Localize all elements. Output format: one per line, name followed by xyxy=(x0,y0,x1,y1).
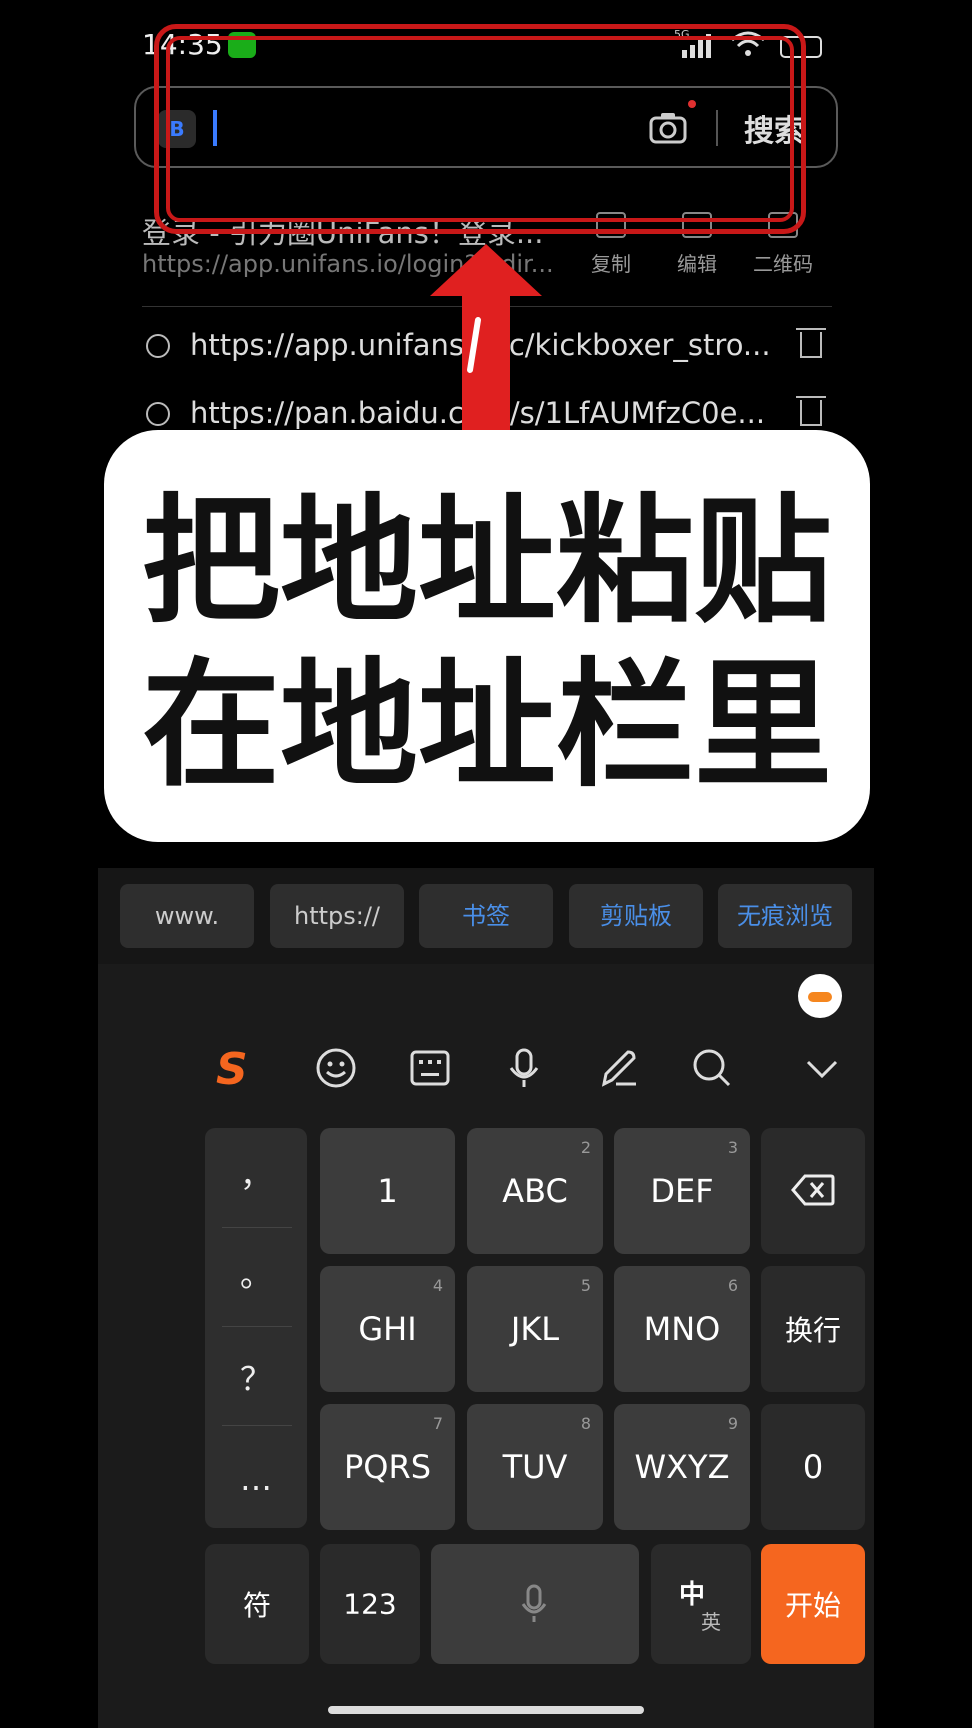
key-label: 123 xyxy=(343,1587,397,1621)
key-1[interactable]: 1 xyxy=(320,1128,455,1254)
key-def[interactable]: 3 DEF xyxy=(614,1128,750,1254)
backspace-key[interactable] xyxy=(761,1128,865,1254)
sogou-logo[interactable]: S xyxy=(216,1044,248,1095)
punct-ellipsis[interactable]: … xyxy=(205,1460,307,1498)
key-label: DEF xyxy=(650,1172,714,1210)
highlight-box-inner xyxy=(166,36,794,222)
lang-sub-label: 英 xyxy=(701,1610,721,1634)
key-pqrs[interactable]: 7 PQRS xyxy=(320,1404,455,1530)
key-number: 3 xyxy=(727,1138,738,1157)
copy-label: 复制 xyxy=(591,252,631,276)
callout-text: 把地址粘贴 在地址栏里 xyxy=(104,480,870,808)
trash-icon[interactable] xyxy=(796,328,826,358)
key-number: 7 xyxy=(432,1414,443,1433)
go-key[interactable]: 开始 xyxy=(761,1544,865,1664)
key-mno[interactable]: 6 MNO xyxy=(614,1266,750,1392)
microphone-icon[interactable] xyxy=(502,1046,546,1090)
key-label: 换行 xyxy=(784,1314,841,1347)
symbol-key[interactable]: 符 xyxy=(205,1544,309,1664)
key-label: MNO xyxy=(643,1310,721,1348)
search-icon[interactable] xyxy=(690,1046,734,1090)
callout-line-2: 在地址栏里 xyxy=(141,645,832,806)
callout-line-1: 把地址粘贴 xyxy=(141,481,832,642)
chevron-down-icon[interactable] xyxy=(800,1046,844,1090)
key-number: 4 xyxy=(432,1276,443,1295)
punct-comma[interactable]: ， xyxy=(205,1150,307,1196)
key-number: 8 xyxy=(580,1414,591,1433)
key-abc[interactable]: 2 ABC xyxy=(467,1128,603,1254)
key-label: TUV xyxy=(502,1448,568,1486)
divider xyxy=(222,1326,292,1327)
backspace-icon xyxy=(791,1174,835,1206)
key-number: 9 xyxy=(727,1414,738,1433)
arrow-up-icon xyxy=(430,244,542,440)
key-label: 符 xyxy=(242,1589,271,1622)
microphone-icon xyxy=(521,1584,547,1622)
divider xyxy=(222,1227,292,1228)
key-wxyz[interactable]: 9 WXYZ xyxy=(614,1404,750,1530)
key-label: GHI xyxy=(358,1310,417,1348)
key-ghi[interactable]: 4 GHI xyxy=(320,1266,455,1392)
key-label: PQRS xyxy=(343,1448,432,1486)
key-number: 6 xyxy=(727,1276,738,1295)
divider xyxy=(222,1425,292,1426)
key-label: ABC xyxy=(502,1172,568,1210)
key-label: JKL xyxy=(510,1310,560,1348)
key-label: 0 xyxy=(802,1448,824,1486)
space-key[interactable] xyxy=(431,1544,639,1664)
punct-period[interactable]: 。 xyxy=(205,1250,307,1296)
language-switch-key[interactable]: 中 英 xyxy=(651,1544,751,1664)
key-number: 2 xyxy=(580,1138,591,1157)
key-label: WXYZ xyxy=(634,1448,730,1486)
trash-icon[interactable] xyxy=(796,396,826,426)
keyboard-icon[interactable] xyxy=(408,1046,452,1090)
key-label: 开始 xyxy=(784,1589,841,1622)
chip-bookmarks[interactable]: 书签 xyxy=(419,884,553,948)
key-tuv[interactable]: 8 TUV xyxy=(467,1404,603,1530)
clock-icon xyxy=(146,402,170,426)
clock-icon xyxy=(146,334,170,358)
key-number: 5 xyxy=(580,1276,591,1295)
chip-incognito[interactable]: 无痕浏览 xyxy=(718,884,852,948)
mascot-icon[interactable] xyxy=(798,974,842,1018)
emoji-icon[interactable] xyxy=(314,1046,358,1090)
chip-www[interactable]: www. xyxy=(120,884,254,948)
home-indicator[interactable] xyxy=(328,1706,644,1714)
chip-https[interactable]: https:// xyxy=(270,884,404,948)
qr-code-label: 二维码 xyxy=(753,252,813,276)
key-label: 1 xyxy=(377,1172,398,1210)
key-jkl[interactable]: 5 JKL xyxy=(467,1266,603,1392)
numeric-key[interactable]: 123 xyxy=(320,1544,420,1664)
newline-key[interactable]: 换行 xyxy=(761,1266,865,1392)
punct-question[interactable]: ？ xyxy=(205,1354,307,1400)
chip-clipboard[interactable]: 剪贴板 xyxy=(569,884,703,948)
handwriting-icon[interactable] xyxy=(596,1046,640,1090)
edit-label: 编辑 xyxy=(677,252,717,276)
key-0[interactable]: 0 xyxy=(761,1404,865,1530)
